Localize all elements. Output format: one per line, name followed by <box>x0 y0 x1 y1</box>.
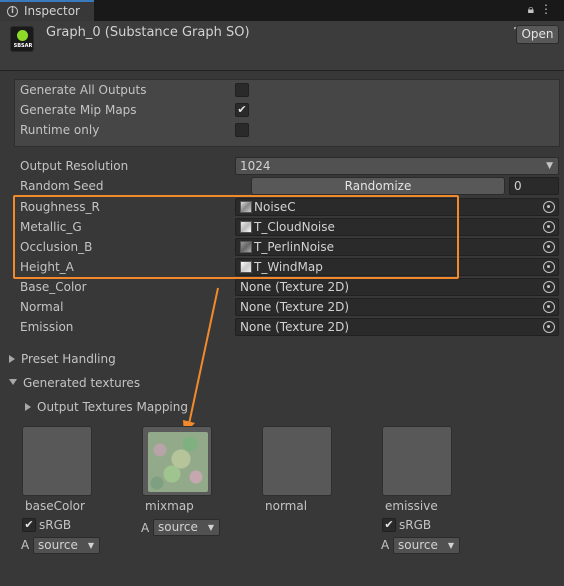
generated-textures-label: Generated textures <box>23 376 141 390</box>
generated-textures-foldout[interactable]: Generated textures <box>9 376 140 390</box>
srgb-label: sRGB <box>39 518 72 532</box>
output-textures-mapping-foldout[interactable]: Output Textures Mapping <box>25 400 188 414</box>
output-name: normal <box>265 499 308 513</box>
mixmap-preview <box>148 432 208 492</box>
output-slot-mixmap[interactable] <box>142 426 212 496</box>
dropdown-arrow-icon: ▼ <box>207 523 214 532</box>
alpha-source-dropdown[interactable]: source ▼ <box>393 537 460 554</box>
preset-handling-label: Preset Handling <box>21 352 116 366</box>
dropdown-arrow-icon: ▼ <box>87 541 94 550</box>
srgb-checkbox[interactable]: ✔ <box>382 518 396 532</box>
alpha-label: A <box>381 538 390 552</box>
chevron-right-icon <box>25 403 31 411</box>
preset-handling-foldout[interactable]: Preset Handling <box>9 352 116 366</box>
alpha-source-value: source <box>398 538 438 552</box>
alpha-source-value: source <box>38 538 78 552</box>
checkmark-icon: ✔ <box>24 518 34 531</box>
checkmark-icon: ✔ <box>384 518 394 531</box>
output-slot-basecolor[interactable] <box>22 426 92 496</box>
srgb-checkbox[interactable]: ✔ <box>22 518 36 532</box>
output-slot-normal[interactable] <box>262 426 332 496</box>
output-name: mixmap <box>145 499 194 513</box>
output-name: emissive <box>385 499 438 513</box>
alpha-label: A <box>141 521 150 535</box>
alpha-source-dropdown[interactable]: source ▼ <box>153 519 220 536</box>
alpha-label: A <box>21 538 30 552</box>
srgb-label: sRGB <box>399 518 432 532</box>
alpha-source-value: source <box>158 520 198 534</box>
dropdown-arrow-icon: ▼ <box>447 541 454 550</box>
alpha-source-dropdown[interactable]: source ▼ <box>33 537 100 554</box>
chevron-down-icon <box>9 379 17 385</box>
output-textures-mapping-label: Output Textures Mapping <box>37 400 188 414</box>
output-slot-emissive[interactable] <box>382 426 452 496</box>
chevron-right-icon <box>9 355 15 363</box>
output-name: baseColor <box>25 499 85 513</box>
